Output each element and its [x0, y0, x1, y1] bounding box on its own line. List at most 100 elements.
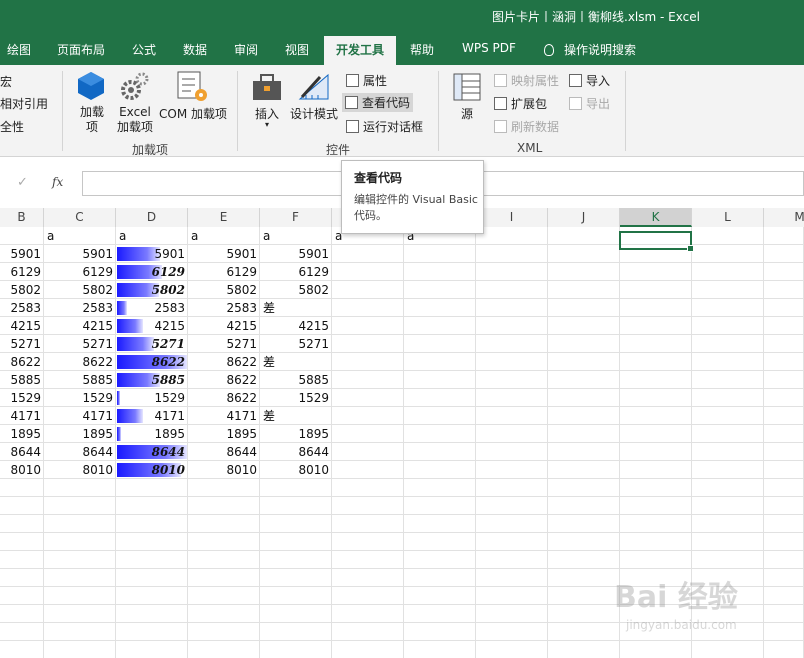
column-header-b[interactable]: B	[0, 208, 44, 227]
cell-c[interactable]: 6129	[44, 263, 116, 281]
cell-b[interactable]: 6129	[0, 263, 44, 281]
tab-4[interactable]: 审阅	[234, 41, 258, 58]
cell-f[interactable]: 差	[260, 353, 332, 371]
cell-e[interactable]: 8622	[188, 371, 260, 389]
xml-export-button[interactable]: 导出	[569, 95, 610, 112]
relative-reference-button[interactable]: 相对引用	[0, 95, 48, 112]
column-header-i[interactable]: I	[476, 208, 548, 227]
column-header-m[interactable]: M	[764, 208, 804, 227]
cell-f[interactable]: 5885	[260, 371, 332, 389]
cell-e[interactable]: 8010	[188, 461, 260, 479]
cell-e[interactable]: 8644	[188, 443, 260, 461]
refresh-data-button[interactable]: 刷新数据	[494, 118, 559, 135]
tab-7[interactable]: 帮助	[410, 41, 434, 58]
column-header-k[interactable]: K	[620, 208, 692, 227]
fill-handle[interactable]	[687, 245, 694, 252]
cell-d[interactable]: 5901	[116, 245, 188, 263]
cell-e[interactable]: 5901	[188, 245, 260, 263]
column-header-l[interactable]: L	[692, 208, 764, 227]
cell-f[interactable]: 1895	[260, 425, 332, 443]
view-code-button[interactable]: 查看代码	[342, 93, 414, 112]
cell-b[interactable]: 4215	[0, 317, 44, 335]
column-header-e[interactable]: E	[188, 208, 260, 227]
cell-b[interactable]: 8644	[0, 443, 44, 461]
cell-e[interactable]: 6129	[188, 263, 260, 281]
cell-f[interactable]: 4215	[260, 317, 332, 335]
cell-c[interactable]: 5901	[44, 245, 116, 263]
run-dialog-button[interactable]: 运行对话框	[346, 118, 423, 135]
cell-d[interactable]: 1529	[116, 389, 188, 407]
cell-f[interactable]: 8644	[260, 443, 332, 461]
cell-b[interactable]: 5901	[0, 245, 44, 263]
header-cell[interactable]: a	[188, 227, 260, 245]
macro-security-button[interactable]: 全性	[0, 118, 24, 135]
cell-b[interactable]: 5885	[0, 371, 44, 389]
cell-c[interactable]: 1895	[44, 425, 116, 443]
cell-e[interactable]: 2583	[188, 299, 260, 317]
cell-d[interactable]: 8644	[116, 443, 188, 461]
header-cell[interactable]: a	[260, 227, 332, 245]
cell-c[interactable]: 4171	[44, 407, 116, 425]
tab-3[interactable]: 数据	[183, 41, 207, 58]
cell-c[interactable]: 8622	[44, 353, 116, 371]
cell-f[interactable]: 1529	[260, 389, 332, 407]
column-header-c[interactable]: C	[44, 208, 116, 227]
cell-b[interactable]: 1895	[0, 425, 44, 443]
header-cell[interactable]: a	[44, 227, 116, 245]
cell-e[interactable]: 8622	[188, 353, 260, 371]
expansion-packs-button[interactable]: 扩展包	[494, 95, 547, 112]
cell-e[interactable]: 4215	[188, 317, 260, 335]
cell-f[interactable]: 5271	[260, 335, 332, 353]
cell-b[interactable]: 5271	[0, 335, 44, 353]
cell-b[interactable]: 5802	[0, 281, 44, 299]
cell-c[interactable]: 1529	[44, 389, 116, 407]
cell-b[interactable]: 8622	[0, 353, 44, 371]
tab-0[interactable]: 绘图	[7, 41, 31, 58]
tab-5[interactable]: 视图	[285, 41, 309, 58]
cell-f[interactable]: 差	[260, 407, 332, 425]
cell-b[interactable]: 4171	[0, 407, 44, 425]
cell-d[interactable]: 6129	[116, 263, 188, 281]
xml-import-button[interactable]: 导入	[569, 72, 610, 89]
cell-c[interactable]: 5802	[44, 281, 116, 299]
header-cell[interactable]: a	[116, 227, 188, 245]
cell-e[interactable]: 4171	[188, 407, 260, 425]
cell-f[interactable]: 8010	[260, 461, 332, 479]
cell-b[interactable]: 1529	[0, 389, 44, 407]
tab-6[interactable]: 开发工具	[324, 36, 397, 65]
cell-f[interactable]: 差	[260, 299, 332, 317]
cell-d[interactable]: 4215	[116, 317, 188, 335]
cell-c[interactable]: 5885	[44, 371, 116, 389]
cell-c[interactable]: 5271	[44, 335, 116, 353]
tab-9[interactable]: 操作说明搜索	[544, 41, 636, 58]
map-properties-button[interactable]: 映射属性	[494, 72, 559, 89]
tab-1[interactable]: 页面布局	[57, 41, 105, 58]
cell-d[interactable]: 8010	[116, 461, 188, 479]
cell-e[interactable]: 1895	[188, 425, 260, 443]
macros-button[interactable]: 宏	[0, 73, 12, 90]
cell-c[interactable]: 2583	[44, 299, 116, 317]
cell-e[interactable]: 5802	[188, 281, 260, 299]
column-header-j[interactable]: J	[548, 208, 620, 227]
tab-2[interactable]: 公式	[132, 41, 156, 58]
cell-d[interactable]: 8622	[116, 353, 188, 371]
cell-d[interactable]: 5885	[116, 371, 188, 389]
properties-button[interactable]: 属性	[346, 72, 387, 89]
tab-8[interactable]: WPS PDF	[462, 41, 516, 55]
cell-d[interactable]: 4171	[116, 407, 188, 425]
cell-c[interactable]: 8644	[44, 443, 116, 461]
column-header-f[interactable]: F	[260, 208, 332, 227]
column-header-d[interactable]: D	[116, 208, 188, 227]
enter-check-icon[interactable]: ✓	[17, 175, 28, 190]
cell-d[interactable]: 5802	[116, 281, 188, 299]
cell-b[interactable]: 2583	[0, 299, 44, 317]
cell-e[interactable]: 5271	[188, 335, 260, 353]
cell-f[interactable]: 6129	[260, 263, 332, 281]
cell-d[interactable]: 5271	[116, 335, 188, 353]
cell-c[interactable]: 4215	[44, 317, 116, 335]
active-cell-selection[interactable]	[619, 231, 694, 252]
cell-f[interactable]: 5901	[260, 245, 332, 263]
cell-e[interactable]: 8622	[188, 389, 260, 407]
cell-c[interactable]: 8010	[44, 461, 116, 479]
cell-f[interactable]: 5802	[260, 281, 332, 299]
